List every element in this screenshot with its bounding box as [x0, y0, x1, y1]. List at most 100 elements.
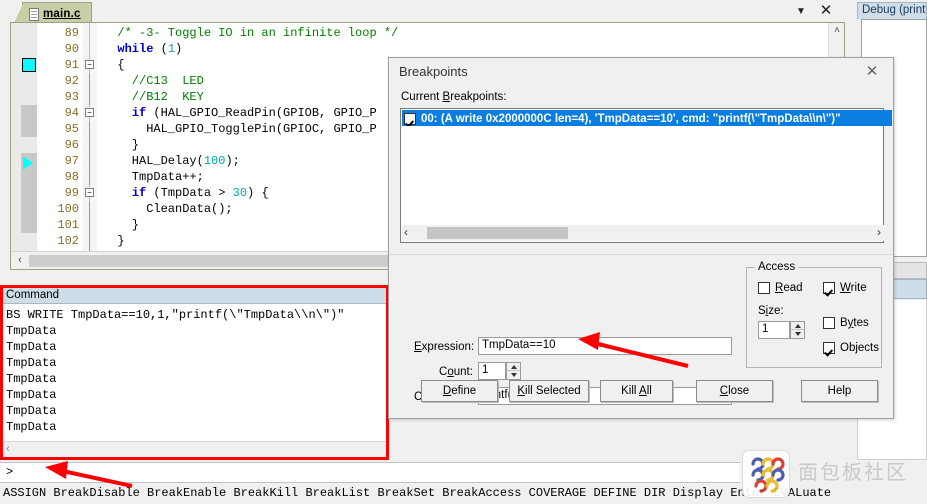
- define-button[interactable]: Define: [421, 380, 498, 402]
- code-token: (: [153, 42, 168, 56]
- code-token: //B12 KEY: [103, 90, 204, 104]
- size-input[interactable]: 1: [758, 321, 790, 339]
- list-item[interactable]: 00: (A write 0x2000000C len=4), 'TmpData…: [402, 110, 892, 126]
- fold-guide-line: [89, 137, 90, 153]
- fold-guide-line: [89, 121, 90, 137]
- fold-collapse-icon[interactable]: −: [85, 108, 94, 117]
- read-checkbox-row[interactable]: Read: [758, 282, 803, 294]
- command-output-line: TmpData: [6, 420, 57, 434]
- line-number: 98: [64, 170, 79, 184]
- breakpoints-list-hscrollbar[interactable]: ‹ ›: [402, 225, 884, 241]
- fold-guide-line: [89, 89, 90, 105]
- close-icon[interactable]: ✕: [855, 60, 889, 84]
- count-stepper-down[interactable]: [507, 371, 520, 379]
- command-window: Command BS WRITE TmpData==10,1,"printf(\…: [0, 285, 389, 460]
- command-window-title: Command: [3, 288, 386, 304]
- command-output-line: TmpData: [6, 340, 57, 354]
- line-text: HAL_GPIO_TogglePin(GPIOC, GPIO_P: [103, 121, 376, 137]
- command-output-line: BS WRITE TmpData==10,1,"printf(\"TmpData…: [6, 308, 345, 322]
- keil-uvision-debug-window: main.c ▼ ✕ 89 /* -3- Toggle IO in an inf…: [0, 0, 927, 504]
- kill-all-button[interactable]: Kill All: [600, 380, 673, 402]
- code-token: ): [175, 42, 183, 56]
- read-label: Read: [775, 282, 803, 294]
- command-window-output[interactable]: BS WRITE TmpData==10,1,"printf(\"TmpData…: [3, 305, 386, 440]
- bytes-checkbox-row[interactable]: Bytes: [823, 317, 869, 329]
- line-text: }: [103, 217, 139, 233]
- command-help-bar: ASSIGN BreakDisable BreakEnable BreakKil…: [0, 484, 927, 504]
- close-icon[interactable]: ✕: [817, 3, 835, 21]
- fold-collapse-icon[interactable]: −: [85, 188, 94, 197]
- write-checkbox[interactable]: [823, 282, 835, 294]
- command-output-line: TmpData: [6, 372, 57, 386]
- fold-collapse-icon[interactable]: −: [85, 60, 94, 69]
- objects-checkbox-row[interactable]: Objects: [823, 342, 879, 354]
- breakpoint-enabled-checkbox[interactable]: [404, 112, 416, 125]
- command-prompt: >: [6, 465, 14, 479]
- scroll-left-icon[interactable]: ‹: [13, 254, 27, 268]
- command-input-row[interactable]: >: [0, 462, 740, 483]
- editor-tabbar: main.c ▼ ✕: [0, 0, 853, 23]
- expression-input[interactable]: TmpData==10: [478, 337, 732, 355]
- write-label: Write: [840, 282, 867, 294]
- dialog-titlebar[interactable]: Breakpoints ✕: [389, 58, 893, 88]
- code-token: /* -3- Toggle IO in an infinite loop */: [103, 26, 399, 40]
- command-output-line: TmpData: [6, 404, 57, 418]
- line-text: HAL_Delay(100);: [103, 153, 240, 169]
- breakpoints-list[interactable]: 00: (A write 0x2000000C len=4), 'TmpData…: [400, 108, 892, 243]
- code-token: 30: [232, 186, 248, 200]
- line-text: while (1): [103, 41, 182, 57]
- chevron-down-icon[interactable]: ▼: [795, 6, 807, 18]
- scroll-left-icon[interactable]: ‹: [6, 443, 10, 455]
- expression-label: Expression:: [414, 341, 475, 353]
- line-number: 97: [64, 154, 79, 168]
- chevron-up-icon: [510, 364, 517, 369]
- code-token: }: [103, 218, 140, 232]
- scroll-up-icon[interactable]: ˄: [830, 24, 844, 38]
- breakpoint-text: 00: (A write 0x2000000C len=4), 'TmpData…: [421, 112, 841, 125]
- scroll-thumb[interactable]: [427, 227, 568, 239]
- code-token: CleanData();: [103, 202, 233, 216]
- count-stepper[interactable]: [506, 362, 521, 380]
- size-stepper[interactable]: [790, 321, 805, 339]
- tab-main-c[interactable]: main.c: [14, 2, 92, 23]
- watermark-text: 面包板社区: [798, 460, 908, 484]
- tab-skew-decoration: [14, 2, 24, 23]
- line-number: 96: [64, 138, 79, 152]
- write-checkbox-row[interactable]: Write: [823, 282, 867, 294]
- line-text: if (HAL_GPIO_ReadPin(GPIOB, GPIO_P: [103, 105, 377, 121]
- objects-label: Objects: [840, 342, 879, 354]
- count-stepper-up[interactable]: [507, 363, 520, 371]
- line-text: }: [103, 137, 139, 153]
- line-text: //B12 KEY: [103, 89, 204, 105]
- code-token: (HAL_GPIO_ReadPin(GPIOB, GPIO_P: [146, 106, 377, 120]
- code-token: }: [103, 138, 140, 152]
- line-number: 90: [64, 42, 79, 56]
- kill-selected-button[interactable]: Kill Selected: [509, 380, 589, 402]
- size-stepper-up[interactable]: [791, 322, 804, 330]
- command-horizontal-scrollbar[interactable]: ‹: [3, 441, 386, 457]
- fold-guide-line: [89, 169, 90, 185]
- scroll-left-icon[interactable]: ‹: [404, 225, 408, 239]
- code-token: 1: [167, 42, 176, 56]
- count-input[interactable]: 1: [478, 362, 506, 380]
- line-text: //C13 LED: [103, 73, 204, 89]
- access-groupbox: Access Read Write Size: 1 Bytes Objects: [746, 261, 882, 368]
- close-button[interactable]: Close: [696, 380, 773, 402]
- scroll-right-icon[interactable]: ›: [877, 225, 881, 239]
- line-text: if (TmpData > 30) {: [103, 185, 269, 201]
- line-number: 89: [64, 26, 79, 40]
- code-token: TmpData++;: [103, 170, 204, 184]
- help-button[interactable]: Help: [801, 380, 878, 402]
- bytes-checkbox[interactable]: [823, 317, 835, 329]
- tab-debug-printf[interactable]: Debug (printf: [857, 2, 927, 19]
- line-text: /* -3- Toggle IO in an infinite loop */: [103, 25, 398, 41]
- fold-guide-line: [89, 217, 90, 233]
- line-number: 101: [57, 218, 79, 232]
- size-stepper-down[interactable]: [791, 330, 804, 338]
- tab-label: main.c: [43, 8, 81, 20]
- objects-checkbox[interactable]: [823, 342, 835, 354]
- read-checkbox[interactable]: [758, 282, 770, 294]
- document-icon: [29, 7, 39, 21]
